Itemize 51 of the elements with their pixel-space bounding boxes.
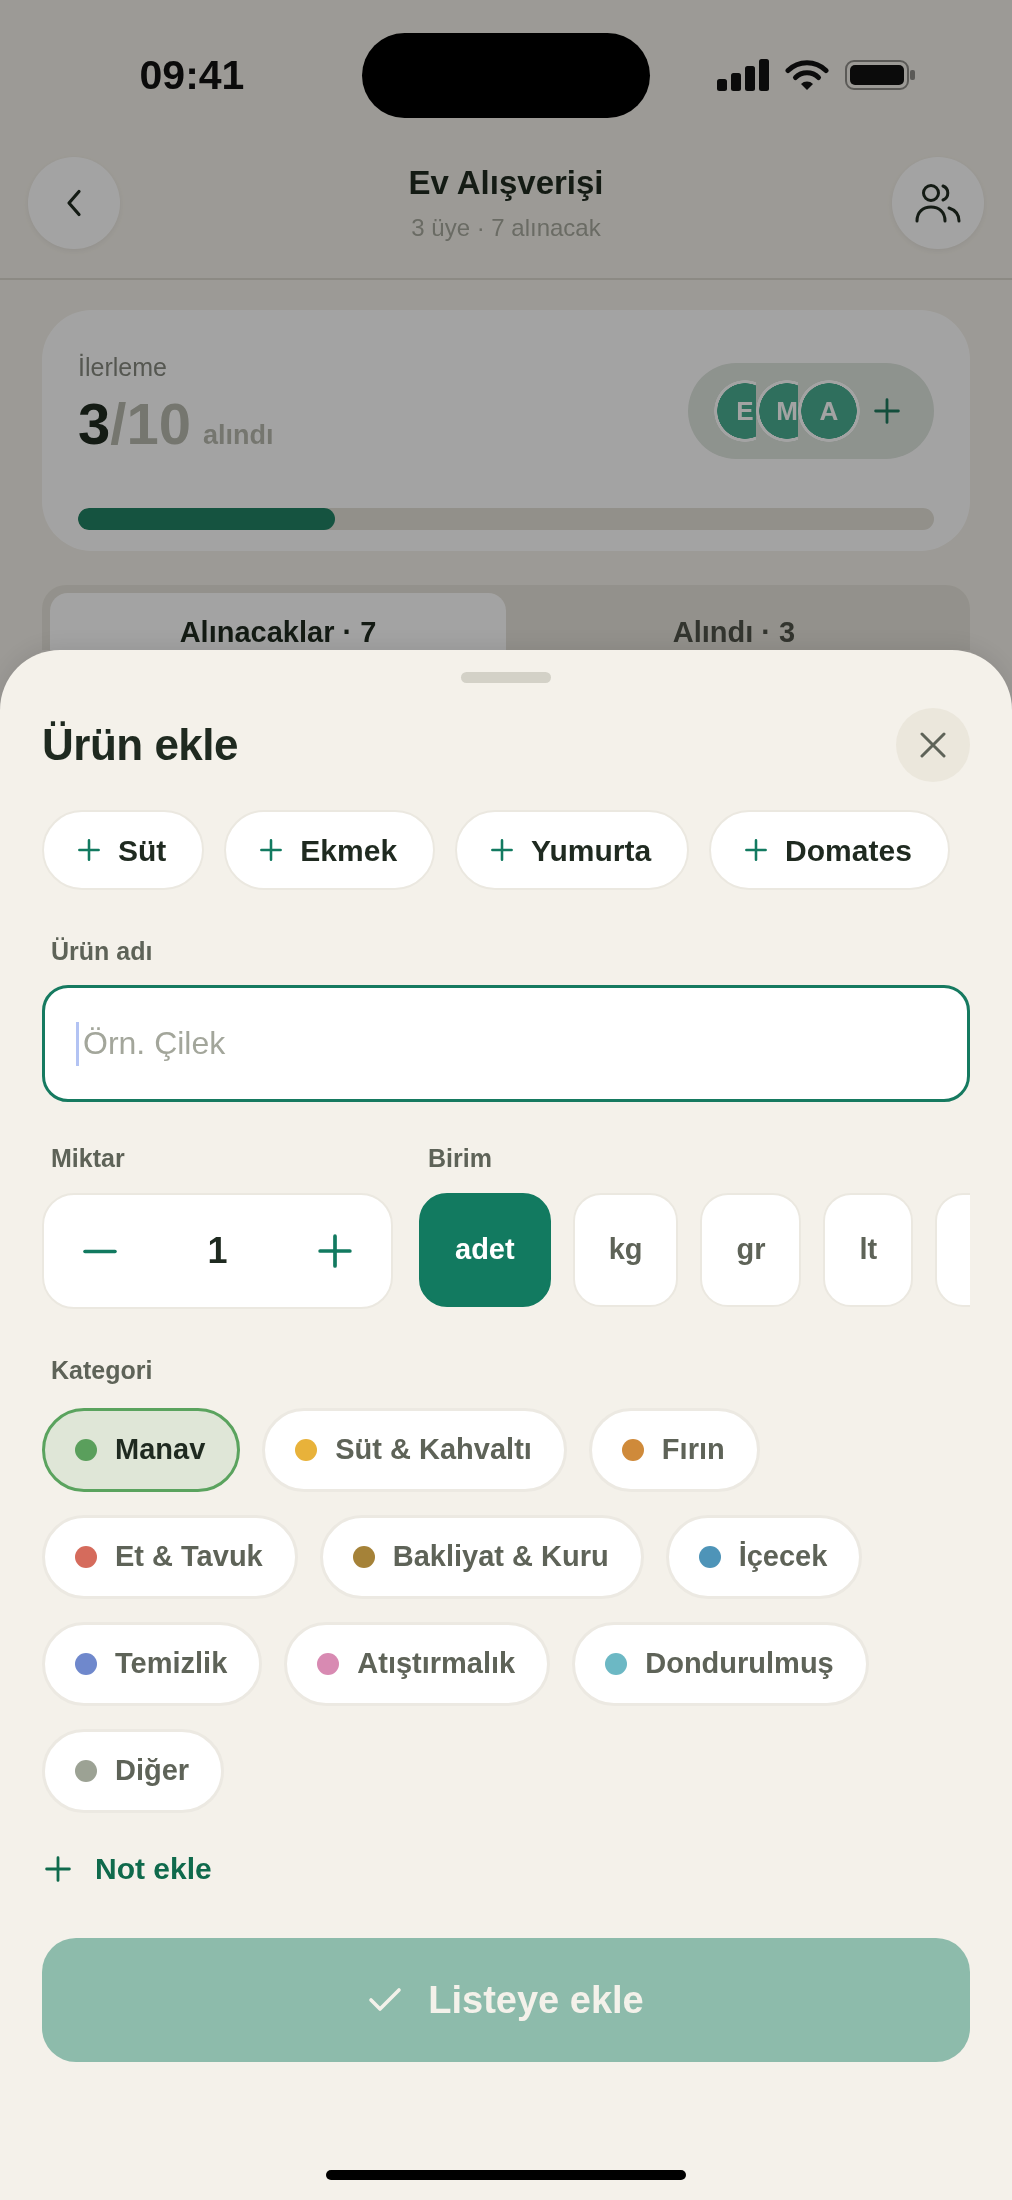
people-icon <box>915 183 961 223</box>
suggestion-chip[interactable]: Ekmek <box>224 810 436 890</box>
home-indicator[interactable] <box>326 2170 686 2180</box>
suggestion-chip[interactable]: Yumurta <box>455 810 690 890</box>
category-chip[interactable]: İçecek <box>665 1515 863 1599</box>
suggestion-chip[interactable]: Süt <box>42 810 205 890</box>
battery-icon <box>845 60 915 90</box>
category-chip[interactable]: Fırın <box>588 1408 760 1492</box>
name-input[interactable]: Örn. Çilek <box>42 985 970 1102</box>
field-label: Kategori <box>50 1355 154 1386</box>
field-label: Miktar <box>50 1143 126 1174</box>
category-chip[interactable]: Et & Tavuk <box>42 1515 298 1599</box>
unit-chip[interactable]: adet <box>419 1193 551 1307</box>
category-chip[interactable]: Manav <box>42 1408 241 1492</box>
tab[interactable]: Alınacaklar · 7 <box>50 593 506 650</box>
drag-handle[interactable] <box>461 672 551 683</box>
status-time: 09:41 <box>139 51 245 99</box>
text-cursor-icon <box>76 1022 79 1066</box>
category-chip[interactable]: Temizlik <box>42 1622 263 1706</box>
signal-icon <box>717 59 769 91</box>
chevron-left-icon <box>66 189 82 217</box>
close-icon <box>920 732 946 758</box>
plus-icon <box>491 839 514 861</box>
screen-title: Ev Alışverişi <box>408 163 604 203</box>
quantity-value: 1 <box>207 1229 228 1273</box>
unit-chip[interactable]: gr <box>700 1193 802 1307</box>
plus-icon <box>745 839 768 861</box>
field-label: Ürün adı <box>50 936 154 967</box>
category-chip[interactable]: Dondurulmuş <box>572 1622 869 1706</box>
progress-label: İlerleme <box>78 352 168 383</box>
check-icon <box>368 1987 403 2013</box>
plus-icon <box>874 397 900 424</box>
plus-icon <box>318 1234 352 1268</box>
plus-icon <box>260 839 283 861</box>
unit-chip[interactable]: kg <box>572 1193 679 1307</box>
unit-chip[interactable] <box>935 1193 970 1307</box>
category-chip[interactable]: Süt & Kahvaltı <box>262 1408 567 1492</box>
sheet-title: Ürün ekle <box>42 719 238 771</box>
category-chip[interactable]: Atıştırmalık <box>284 1622 551 1706</box>
tab[interactable]: Alındı · 3 <box>506 593 962 650</box>
category-chip[interactable]: Bakliyat & Kuru <box>319 1515 644 1599</box>
plus-icon <box>45 1856 71 1882</box>
plus-icon <box>78 839 100 861</box>
unit-chip[interactable]: lt <box>823 1193 914 1307</box>
category-chip[interactable]: Diğer <box>42 1729 225 1813</box>
field-label: Birim <box>427 1143 493 1174</box>
progress-count: 3 <box>78 391 111 456</box>
add-note-button[interactable]: Not ekle <box>42 1851 212 1887</box>
wifi-icon <box>785 59 829 91</box>
minus-icon <box>83 1248 117 1254</box>
suggestion-chip[interactable]: Domates <box>709 810 950 890</box>
